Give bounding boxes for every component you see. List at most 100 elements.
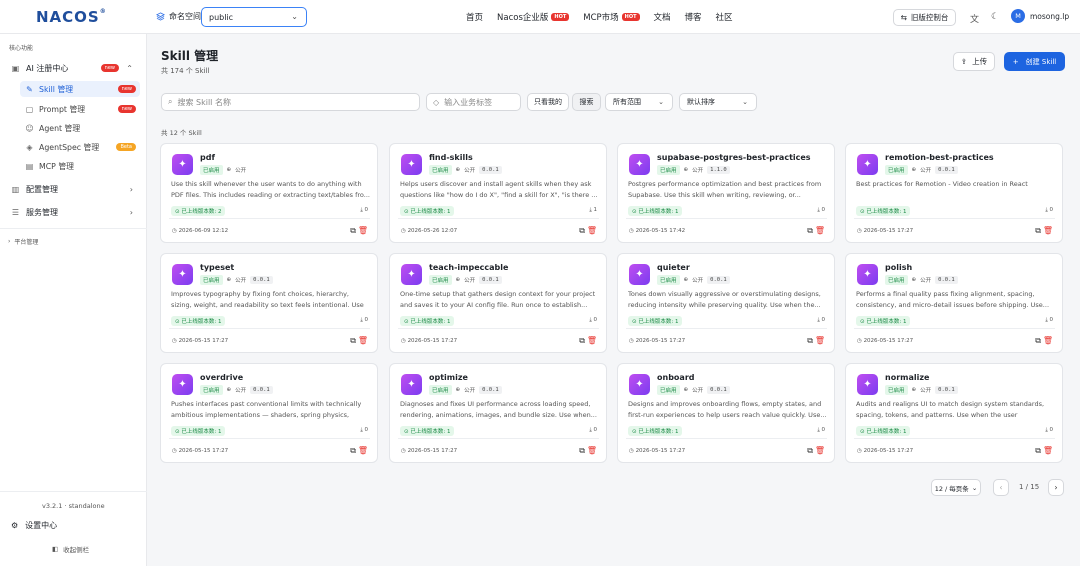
trash-icon[interactable]: 🗑	[815, 446, 825, 455]
trash-icon[interactable]: 🗑	[1043, 226, 1053, 235]
nav-home[interactable]: 首页	[466, 11, 483, 23]
moon-icon[interactable]: ☾	[991, 12, 999, 22]
skill-card[interactable]: ✦ polish 已启用 ⊕ 公开 0.0.1 Performs a final quali…	[845, 253, 1063, 353]
sidebar-item-config[interactable]: ▥ 配置管理 ›	[11, 180, 139, 198]
trash-icon[interactable]: 🗑	[815, 226, 825, 235]
open-external-icon[interactable]: ⧉	[350, 226, 356, 236]
trash-icon[interactable]: 🗑	[1043, 336, 1053, 345]
skill-name[interactable]: quieter	[657, 263, 829, 272]
scope-select[interactable]: 所有范围 ⌄	[605, 93, 673, 111]
user-menu[interactable]: M mosong.lp	[1011, 9, 1069, 23]
skill-card[interactable]: ✦ pdf 已启用 ⊕ 公开 Use this skill whenever the us…	[160, 143, 378, 243]
open-external-icon[interactable]: ⧉	[350, 336, 356, 346]
trash-icon[interactable]: 🗑	[358, 226, 368, 235]
nav-docs[interactable]: 文档	[654, 11, 671, 23]
translate-icon[interactable]: 文	[970, 12, 979, 25]
collapse-sidebar-button[interactable]: ◧ 收起侧栏	[52, 544, 89, 554]
skill-card[interactable]: ✦ normalize 已启用 ⊕ 公开 0.0.1 Audits and realigns…	[845, 363, 1063, 463]
globe-icon: ⊕	[911, 277, 917, 283]
open-external-icon[interactable]: ⧉	[807, 226, 813, 236]
open-external-icon[interactable]: ⧉	[579, 446, 585, 456]
nav-enterprise[interactable]: Nacos企业版 HOT	[497, 11, 570, 23]
trash-icon[interactable]: 🗑	[1043, 446, 1053, 455]
namespace-select[interactable]: public ⌄	[201, 7, 307, 27]
sidebar-item-platform[interactable]: › 平台管理	[8, 232, 136, 250]
open-external-icon[interactable]: ⧉	[1035, 336, 1041, 346]
sidebar-item-service[interactable]: ☰ 服务管理 ›	[11, 203, 139, 221]
tag-input[interactable]: ◇ 输入业务标签	[426, 93, 521, 111]
skill-card[interactable]: ✦ optimize 已启用 ⊕ 公开 0.0.1 Diagnoses and fixes …	[389, 363, 607, 463]
chevron-up-icon: ⌃	[126, 63, 133, 73]
sidebar-item-agent[interactable]: ☺ Agent 管理	[20, 120, 140, 136]
next-page-button[interactable]: ›	[1048, 479, 1064, 496]
skill-meta: 已启用 ⊕ 公开 0.0.1	[885, 275, 958, 285]
online-versions-badge: ⊙ 已上线版本数: 1	[400, 316, 455, 326]
skill-card[interactable]: ✦ supabase-postgres-best-practices 已启用 ⊕ 公开 1…	[617, 143, 835, 243]
sidebar-item-prompt[interactable]: ▢ Prompt 管理 new	[20, 101, 140, 117]
skill-card[interactable]: ✦ overdrive 已启用 ⊕ 公开 0.0.1 Pushes interfaces p…	[160, 363, 378, 463]
new-badge: new	[117, 85, 136, 93]
online-versions-badge: ⊙ 已上线版本数: 1	[400, 206, 455, 216]
trash-icon[interactable]: 🗑	[358, 336, 368, 345]
open-external-icon[interactable]: ⧉	[1035, 446, 1041, 456]
skill-name[interactable]: polish	[885, 263, 1057, 272]
globe-icon: ⊕	[455, 387, 461, 393]
chevron-down-icon: ⌄	[658, 98, 664, 106]
skill-card[interactable]: ✦ onboard 已启用 ⊕ 公开 0.0.1 Designs and improves …	[617, 363, 835, 463]
nav-mcp-market[interactable]: MCP市场 HOT	[583, 11, 640, 23]
version-badge: 0.0.1	[707, 276, 730, 284]
skill-meta: 已启用 ⊕ 公开 0.0.1	[657, 385, 730, 395]
prev-page-button[interactable]: ‹	[993, 479, 1009, 496]
trash-icon[interactable]: 🗑	[587, 336, 597, 345]
open-external-icon[interactable]: ⧉	[1035, 226, 1041, 236]
beta-badge: Beta	[116, 143, 136, 151]
skill-name[interactable]: typeset	[200, 263, 372, 272]
sidebar-item-skill[interactable]: ✎ Skill 管理 new	[20, 81, 140, 97]
trash-icon[interactable]: 🗑	[587, 226, 597, 235]
skill-meta: 已启用 ⊕ 公开 0.0.1	[429, 385, 502, 395]
only-mine-button[interactable]: 只看我的	[527, 93, 569, 111]
open-external-icon[interactable]: ⧉	[579, 336, 585, 346]
sort-select[interactable]: 默认排序 ⌄	[679, 93, 757, 111]
create-skill-button[interactable]: + 创建 Skill	[1004, 52, 1065, 71]
skill-name[interactable]: normalize	[885, 373, 1057, 382]
skill-name[interactable]: find-skills	[429, 153, 601, 162]
skill-name[interactable]: onboard	[657, 373, 829, 382]
open-external-icon[interactable]: ⧉	[807, 336, 813, 346]
skill-name[interactable]: supabase-postgres-best-practices	[657, 153, 829, 162]
nav-blog[interactable]: 博客	[685, 11, 702, 23]
skill-name[interactable]: pdf	[200, 153, 372, 162]
settings-center-button[interactable]: ⚙ 设置中心	[11, 520, 57, 531]
updated-time: ◷ 2026-05-15 17:27	[857, 448, 914, 454]
skill-card[interactable]: ✦ find-skills 已启用 ⊕ 公开 0.0.1 Helps users disco…	[389, 143, 607, 243]
version-badge: 0.0.1	[250, 276, 273, 284]
page-size-select[interactable]: 12 / 每页条 ⌄	[931, 479, 981, 496]
open-external-icon[interactable]: ⧉	[807, 446, 813, 456]
trash-icon[interactable]: 🗑	[587, 446, 597, 455]
skill-name[interactable]: optimize	[429, 373, 601, 382]
upload-button[interactable]: ⇪ 上传	[953, 52, 995, 71]
search-button[interactable]: 搜索	[572, 93, 601, 111]
sidebar-item-ai-center[interactable]: ▣ AI 注册中心 new ⌃	[11, 59, 139, 77]
skill-card[interactable]: ✦ remotion-best-practices 已启用 ⊕ 公开 0.0.1 Best …	[845, 143, 1063, 243]
skill-name[interactable]: remotion-best-practices	[885, 153, 1057, 162]
sidebar-item-agentspec[interactable]: ◈ AgentSpec 管理 Beta	[20, 139, 140, 155]
old-console-button[interactable]: ⇆ 旧版控制台	[893, 9, 956, 26]
skill-name[interactable]: teach-impeccable	[429, 263, 601, 272]
sidebar-item-mcp[interactable]: ▤ MCP 管理	[20, 158, 140, 174]
skill-card[interactable]: ✦ teach-impeccable 已启用 ⊕ 公开 0.0.1 One-time set…	[389, 253, 607, 353]
nav-community[interactable]: 社区	[716, 11, 733, 23]
nacos-logo[interactable]: NACOS®	[36, 8, 107, 26]
download-count: ⤓ 0	[1045, 317, 1053, 323]
open-external-icon[interactable]: ⧉	[350, 446, 356, 456]
skill-name[interactable]: overdrive	[200, 373, 372, 382]
visibility-text: 公开	[235, 278, 247, 284]
status-badge: 已启用	[429, 275, 452, 285]
skill-card[interactable]: ✦ typeset 已启用 ⊕ 公开 0.0.1 Improves typography b…	[160, 253, 378, 353]
sidebar: 核心功能 ▣ AI 注册中心 new ⌃ ✎ Skill 管理 new ▢ Pr…	[0, 34, 147, 566]
trash-icon[interactable]: 🗑	[358, 446, 368, 455]
open-external-icon[interactable]: ⧉	[579, 226, 585, 236]
trash-icon[interactable]: 🗑	[815, 336, 825, 345]
skill-card[interactable]: ✦ quieter 已启用 ⊕ 公开 0.0.1 Tones down visually a…	[617, 253, 835, 353]
search-input[interactable]: ⌕ 搜索 Skill 名称	[161, 93, 420, 111]
